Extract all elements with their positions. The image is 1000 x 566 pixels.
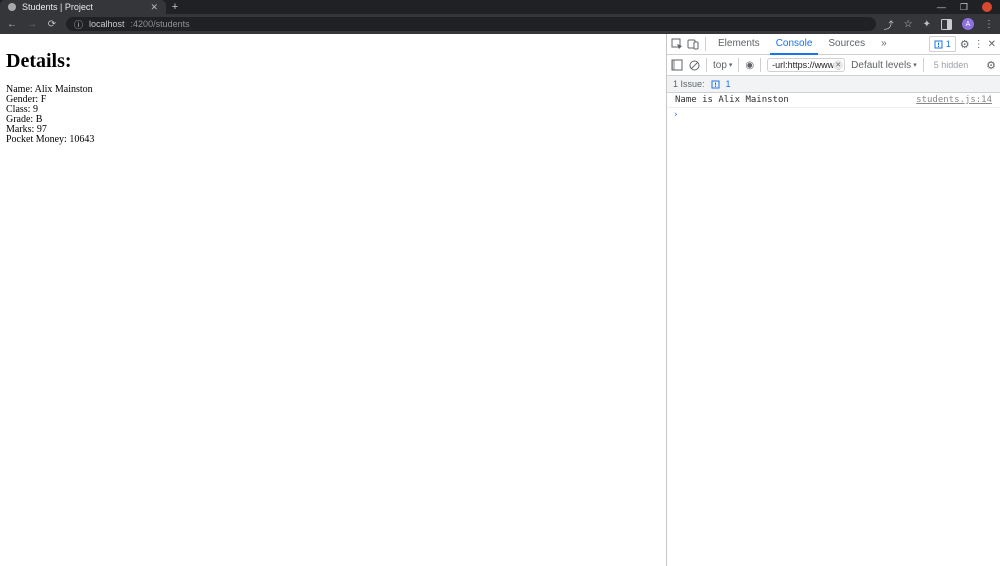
devtools-close-icon[interactable]: ✕ <box>988 39 996 50</box>
devtools-tab-elements[interactable]: Elements <box>712 33 766 55</box>
tab-close-icon[interactable]: ✕ <box>150 2 158 13</box>
console-sidebar-toggle-icon[interactable] <box>671 59 683 71</box>
site-info-icon[interactable]: ⓘ <box>74 18 83 31</box>
separator <box>738 58 739 72</box>
devtools-tab-console[interactable]: Console <box>770 33 819 55</box>
detail-grade: Grade: B <box>6 115 660 125</box>
console-prompt[interactable]: › <box>667 108 1000 122</box>
profile-avatar[interactable]: A <box>962 18 974 30</box>
window-minimize-icon[interactable]: — <box>937 2 946 12</box>
console-log-area: Name is Alix Mainston students.js:14 › <box>667 93 1000 566</box>
page-heading: Details: <box>6 50 660 73</box>
back-button[interactable]: ← <box>6 19 18 30</box>
devtools-issues-badge[interactable]: 1 <box>929 36 956 52</box>
new-tab-button[interactable]: + <box>166 0 184 14</box>
devtools-panel: Elements Console Sources » 1 ⚙ ⋮ ✕ top <box>666 34 1000 566</box>
page-content: Details: Name: Alix Mainston Gender: F C… <box>0 34 666 566</box>
window-controls: — ❐ <box>937 0 1000 14</box>
console-hidden-count[interactable]: 5 hidden <box>934 60 969 70</box>
devtools-tab-bar: Elements Console Sources » 1 ⚙ ⋮ ✕ <box>667 34 1000 55</box>
detail-name: Name: Alix Mainston <box>6 85 660 95</box>
toolbar-right-icons: ⤴ ☆ ✦ A ⋮ <box>884 17 994 32</box>
console-settings-icon[interactable]: ⚙ <box>986 59 996 72</box>
devtools-tab-more[interactable]: » <box>875 33 893 55</box>
browser-tab-active[interactable]: Students | Project ✕ <box>0 0 166 14</box>
chevron-right-icon: › <box>673 110 678 120</box>
window-maximize-icon[interactable]: ❐ <box>960 2 968 13</box>
detail-gender: Gender: F <box>6 95 660 105</box>
bookmark-star-icon[interactable]: ☆ <box>904 19 913 30</box>
browser-toolbar: ← → ⟳ ⓘ localhost :4200/students ⤴ ☆ ✦ A … <box>0 14 1000 34</box>
console-issues-row[interactable]: 1 Issue: 1 <box>667 76 1000 93</box>
share-icon[interactable]: ⤴ <box>884 17 894 32</box>
console-log-source-link[interactable]: students.js:14 <box>916 95 992 105</box>
url-path: :4200/students <box>131 19 190 29</box>
devtools-kebab-icon[interactable]: ⋮ <box>974 39 984 50</box>
issues-label: 1 Issue: <box>673 79 705 89</box>
devtools-tab-sources[interactable]: Sources <box>822 33 871 55</box>
address-bar[interactable]: ⓘ localhost :4200/students <box>66 17 876 31</box>
console-toolbar: top ▾ ◉ ✕ Default levels ▾ 5 hidden ⚙ <box>667 55 1000 76</box>
extensions-icon[interactable]: ✦ <box>923 19 931 30</box>
clear-console-icon[interactable] <box>689 60 700 71</box>
tab-title: Students | Project <box>22 2 93 12</box>
inspect-element-icon[interactable] <box>671 38 683 50</box>
console-context-selector[interactable]: top ▾ <box>713 60 732 71</box>
window-close-icon[interactable] <box>982 2 992 12</box>
issues-count: 1 <box>726 79 731 89</box>
devtools-dock-icon[interactable] <box>941 19 952 30</box>
separator <box>705 37 706 51</box>
console-log-message: Name is Alix Mainston <box>675 95 916 105</box>
chevron-down-icon: ▾ <box>913 61 917 69</box>
main-split: Details: Name: Alix Mainston Gender: F C… <box>0 34 1000 566</box>
issue-icon <box>934 40 943 49</box>
issue-icon <box>711 80 720 89</box>
tab-favicon <box>8 3 16 11</box>
live-expression-icon[interactable]: ◉ <box>745 60 754 71</box>
detail-marks: Marks: 97 <box>6 125 660 135</box>
url-host: localhost <box>89 19 125 29</box>
detail-pocket: Pocket Money: 10643 <box>6 135 660 145</box>
device-toolbar-icon[interactable] <box>687 38 699 50</box>
forward-button: → <box>26 19 38 30</box>
plus-icon: + <box>172 1 178 13</box>
chevron-down-icon: ▾ <box>729 61 733 69</box>
console-log-entry[interactable]: Name is Alix Mainston students.js:14 <box>667 93 1000 108</box>
separator <box>706 58 707 72</box>
console-log-levels[interactable]: Default levels ▾ <box>851 60 917 71</box>
browser-menu-icon[interactable]: ⋮ <box>984 19 994 30</box>
devtools-settings-icon[interactable]: ⚙ <box>960 38 970 51</box>
reload-button[interactable]: ⟳ <box>46 19 58 30</box>
browser-tab-strip: Students | Project ✕ + — ❐ <box>0 0 1000 14</box>
separator <box>923 58 924 72</box>
detail-class: Class: 9 <box>6 105 660 115</box>
separator <box>760 58 761 72</box>
